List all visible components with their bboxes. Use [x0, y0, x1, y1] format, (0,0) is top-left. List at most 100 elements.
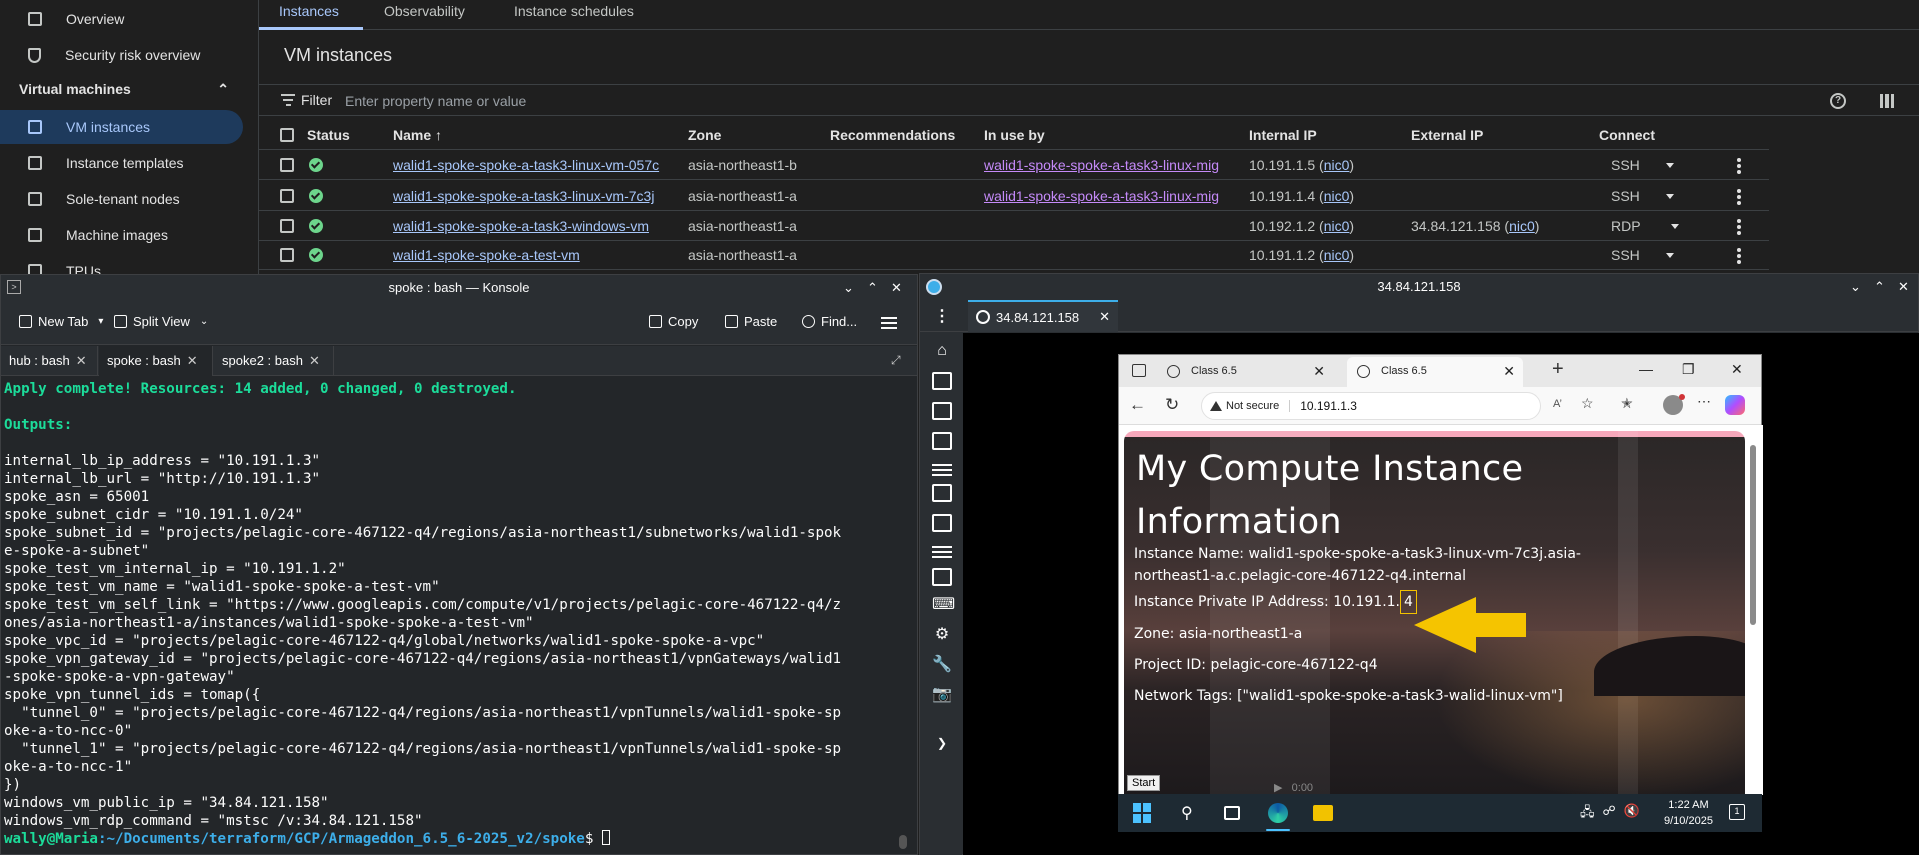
file-explorer-icon[interactable]	[1313, 805, 1333, 821]
chevron-down-icon[interactable]: ⌄	[1850, 279, 1861, 295]
konsole-titlebar[interactable]: > spoke : bash — Konsole ⌄ ⌃ ✕	[1, 275, 917, 301]
row-checkbox[interactable]	[280, 219, 294, 233]
search-icon[interactable]: ⚲	[1181, 803, 1201, 823]
close-tab-icon[interactable]: ✕	[187, 353, 198, 368]
minimize-icon[interactable]: —	[1639, 361, 1653, 377]
nic-link[interactable]: nic0	[1324, 247, 1350, 263]
column-header-zone[interactable]: Zone	[688, 127, 721, 143]
instance-name-link[interactable]: walid1-spoke-spoke-a-test-vm	[393, 247, 580, 263]
home-icon[interactable]: ⌂	[932, 342, 952, 360]
sidebar-item-overview[interactable]: Overview	[0, 2, 243, 36]
sidebar-item-vm-instances[interactable]: VM instances	[0, 110, 243, 144]
favorites-icon[interactable]: ✭	[1621, 395, 1636, 411]
more-actions-icon[interactable]	[1737, 158, 1741, 176]
notification-center-icon[interactable]: 1	[1729, 804, 1745, 820]
close-tab-icon[interactable]: ✕	[1503, 363, 1515, 380]
close-window-icon[interactable]: ✕	[1731, 361, 1743, 378]
refresh-icon[interactable]: ↻	[1165, 395, 1179, 415]
new-connection-icon[interactable]	[932, 372, 952, 390]
column-display-icon[interactable]	[1880, 94, 1894, 108]
copilot-icon[interactable]	[1725, 395, 1745, 415]
new-tab-button[interactable]: +	[1552, 358, 1564, 381]
instance-name-link[interactable]: walid1-spoke-spoke-a-task3-linux-vm-057c	[393, 157, 659, 173]
close-tab-icon[interactable]: ✕	[1313, 363, 1325, 380]
tab-actions-icon[interactable]	[1132, 364, 1146, 377]
close-tab-icon[interactable]: ✕	[1099, 309, 1110, 325]
column-header-name[interactable]: Name ↑	[393, 127, 442, 143]
restore-icon[interactable]: ❐	[1682, 361, 1695, 378]
filter-icon[interactable]	[281, 94, 295, 106]
page-scrollbar[interactable]	[1748, 433, 1758, 793]
back-icon[interactable]: ←	[1129, 395, 1146, 415]
row-checkbox[interactable]	[280, 189, 294, 203]
help-icon[interactable]: ?	[1830, 93, 1846, 109]
in-use-by-link[interactable]: walid1-spoke-spoke-a-task3-linux-mig	[984, 157, 1219, 173]
menu-icon[interactable]	[932, 464, 952, 482]
column-header-connect[interactable]: Connect	[1599, 127, 1655, 143]
column-header-internal-ip[interactable]: Internal IP	[1249, 127, 1317, 143]
tab-spoke2-bash[interactable]: spoke2 : bash ✕	[214, 346, 334, 376]
tab-instances[interactable]: Instances	[279, 3, 339, 19]
tab-spoke-bash[interactable]: spoke : bash ✕	[99, 346, 213, 376]
screenshot-icon[interactable]: 📷	[932, 686, 952, 704]
connect-dropdown-icon[interactable]	[1666, 163, 1674, 168]
wrench-icon[interactable]: 🔧	[932, 656, 952, 674]
nic-link[interactable]: nic0	[1324, 218, 1350, 234]
filter-input[interactable]	[345, 90, 745, 112]
instance-name-link[interactable]: walid1-spoke-spoke-a-task3-windows-vm	[393, 218, 649, 234]
video-controls[interactable]: ▶ 0:00	[1274, 781, 1313, 794]
select-all-checkbox[interactable]	[280, 128, 294, 142]
read-aloud-icon[interactable]: A’	[1553, 398, 1568, 413]
row-checkbox[interactable]	[280, 158, 294, 172]
task-view-icon[interactable]	[1224, 806, 1240, 820]
remote-app-icon[interactable]	[932, 568, 952, 586]
chevron-down-icon[interactable]: ⌄	[843, 280, 854, 296]
column-header-status[interactable]: Status	[307, 127, 350, 143]
maximize-icon[interactable]: ⌃	[1874, 279, 1885, 295]
sidebar-item-security-risk[interactable]: Security risk overview	[0, 38, 243, 72]
start-button[interactable]	[1133, 803, 1153, 823]
more-options-icon[interactable]: ⋮	[934, 306, 950, 326]
scrollbar-thumb[interactable]	[1750, 445, 1756, 625]
more-actions-icon[interactable]	[1737, 189, 1741, 207]
keyboard-icon[interactable]: ⌨	[932, 596, 955, 614]
sidebar-item-sole-tenant[interactable]: Sole-tenant nodes	[0, 182, 243, 216]
resize-icon[interactable]	[932, 514, 952, 532]
nic-link[interactable]: nic0	[1509, 218, 1535, 234]
taskbar-clock[interactable]: 1:22 AM 9/10/2025	[1664, 797, 1713, 829]
new-tab-button[interactable]: New Tab ▾	[19, 314, 103, 329]
terminal-scrollbar[interactable]	[899, 835, 907, 849]
in-use-by-link[interactable]: walid1-spoke-spoke-a-task3-linux-mig	[984, 188, 1219, 204]
column-header-recommendations[interactable]: Recommendations	[830, 127, 955, 143]
browser-tab[interactable]: Class 6.5 ✕	[1157, 357, 1333, 387]
more-actions-icon[interactable]	[1737, 248, 1741, 266]
connect-dropdown-icon[interactable]	[1666, 253, 1674, 258]
volume-muted-icon[interactable]: 🔇	[1624, 803, 1640, 825]
row-checkbox[interactable]	[280, 248, 294, 262]
url-field[interactable]: Not secure 10.191.1.3	[1201, 392, 1541, 420]
connect-dropdown-icon[interactable]	[1671, 224, 1679, 229]
instance-name-link[interactable]: walid1-spoke-spoke-a-task3-linux-vm-7c3j	[393, 188, 654, 204]
close-icon[interactable]: ✕	[1898, 279, 1909, 295]
connect-dropdown-icon[interactable]	[1666, 194, 1674, 199]
rdp-titlebar[interactable]: 34.84.121.158 ⌄ ⌃ ✕	[920, 274, 1918, 300]
fit-screen-icon[interactable]	[932, 402, 952, 420]
scale-icon[interactable]	[932, 484, 952, 502]
favorite-star-icon[interactable]: ☆	[1581, 395, 1596, 411]
terminal-output[interactable]: Apply complete! Resources: 14 added, 0 c…	[1, 378, 901, 854]
copy-button[interactable]: Copy	[649, 314, 698, 329]
expand-tabs-icon[interactable]: ⤢	[891, 353, 901, 368]
more-menu-icon[interactable]: ⋯	[1697, 393, 1712, 409]
settings-icon[interactable]: ⚙	[932, 626, 952, 644]
browser-tab-active[interactable]: Class 6.5 ✕	[1347, 357, 1523, 387]
nic-link[interactable]: nic0	[1324, 188, 1350, 204]
edge-taskbar-icon[interactable]	[1268, 803, 1288, 823]
maximize-icon[interactable]: ⌃	[867, 280, 878, 296]
options-menu-icon[interactable]	[932, 546, 952, 564]
not-secure-indicator[interactable]: Not secure	[1210, 400, 1291, 412]
tab-hub-bash[interactable]: hub : bash ✕	[1, 346, 98, 376]
tab-observability[interactable]: Observability	[384, 3, 465, 19]
tab-instance-schedules[interactable]: Instance schedules	[514, 3, 634, 19]
connect-button[interactable]: SSH	[1611, 157, 1640, 173]
column-header-external-ip[interactable]: External IP	[1411, 127, 1483, 143]
